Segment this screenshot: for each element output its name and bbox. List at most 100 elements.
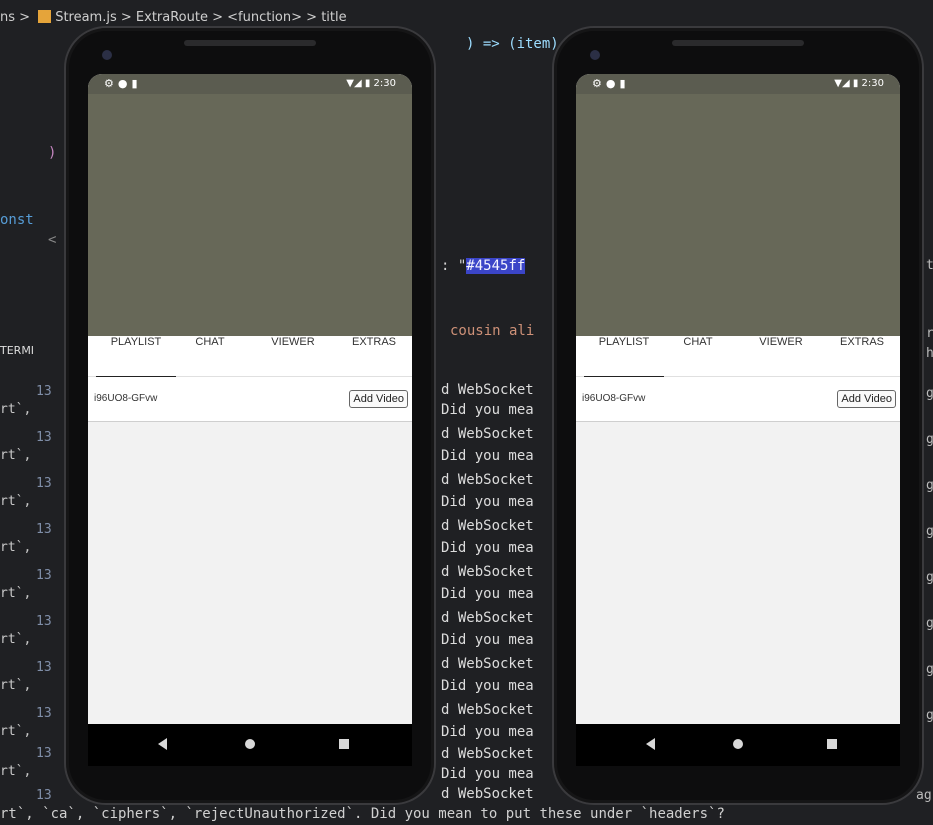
status-right: ▼◢ ▮ 2:30 xyxy=(834,78,884,89)
video-player[interactable] xyxy=(88,94,412,336)
tab-playlist[interactable]: PLAYLIST xyxy=(96,336,176,378)
breadcrumb-item-function[interactable]: <function> > xyxy=(227,10,317,25)
code-item-arrow: ) => (item) xyxy=(466,36,559,52)
terminal-right-char: g xyxy=(926,432,933,447)
terminal-websocket-line: d WebSocket xyxy=(441,656,534,672)
recent-apps-icon[interactable] xyxy=(339,739,349,749)
terminal-line-number: 13 xyxy=(36,660,52,675)
javascript-file-icon xyxy=(38,10,52,23)
phone-screen: ⚙●▮ ▼◢ ▮ 2:30 PLAYLIST CHAT VIEWER EXTRA… xyxy=(88,74,412,724)
terminal-websocket-line: d WebSocket xyxy=(441,786,534,802)
terminal-line-number: 13 xyxy=(36,706,52,721)
status-time: 2:30 xyxy=(861,78,884,89)
terminal-right-char: g xyxy=(926,662,933,677)
tab-extras[interactable]: EXTRAS xyxy=(340,336,408,376)
breadcrumb-item-route[interactable]: ExtraRoute > xyxy=(136,10,223,25)
terminal-line-text: rt`, xyxy=(0,402,32,417)
video-id-text: i96UO8-GFvw xyxy=(94,393,158,404)
terminal-line-text: rt`, xyxy=(0,494,32,509)
breadcrumb-item-ns[interactable]: ns > xyxy=(0,10,30,25)
wifi-battery-icon: ▼◢ ▮ xyxy=(834,78,862,89)
code-const-keyword: onst xyxy=(0,212,34,228)
status-left-icons: ⚙●▮ xyxy=(592,77,630,90)
terminal-right-char: g xyxy=(926,478,933,493)
tab-extras[interactable]: EXTRAS xyxy=(828,336,896,376)
tab-chat[interactable]: CHAT xyxy=(180,336,240,376)
terminal-did-you-mean-line: Did you mea xyxy=(441,540,534,556)
playlist-row: i96UO8-GFvw Add Video xyxy=(88,377,412,422)
terminal-line-number: 13 xyxy=(36,476,52,491)
android-nav-bar xyxy=(576,724,900,766)
phone-screen: ⚙●▮ ▼◢ ▮ 2:30 PLAYLIST CHAT VIEWER EXTRA… xyxy=(576,74,900,724)
phone-speaker xyxy=(672,40,804,46)
terminal-line-number: 13 xyxy=(36,384,52,399)
terminal-did-you-mean-line: Did you mea xyxy=(441,766,534,782)
terminal-line-text: rt`, xyxy=(0,540,32,555)
add-video-button[interactable]: Add Video xyxy=(349,390,408,408)
tab-chat[interactable]: CHAT xyxy=(668,336,728,376)
tab-bar: PLAYLIST CHAT VIEWER EXTRAS xyxy=(576,336,900,378)
terminal-did-you-mean-line: Did you mea xyxy=(441,402,534,418)
terminal-line-text: rt`, xyxy=(0,764,32,779)
tab-playlist[interactable]: PLAYLIST xyxy=(584,336,664,378)
terminal-line-number: 13 xyxy=(36,746,52,761)
terminal-right-char: g xyxy=(926,616,933,631)
terminal-line-number: 13 xyxy=(36,788,52,803)
terminal-websocket-line: d WebSocket xyxy=(441,746,534,762)
terminal-right-char: t xyxy=(926,258,933,273)
video-id-text: i96UO8-GFvw xyxy=(582,393,646,404)
terminal-line-number: 13 xyxy=(36,430,52,445)
home-icon[interactable] xyxy=(733,739,743,749)
terminal-right-char: ag xyxy=(916,788,932,803)
terminal-websocket-line: d WebSocket xyxy=(441,518,534,534)
emulator-phone-2: ⚙●▮ ▼◢ ▮ 2:30 PLAYLIST CHAT VIEWER EXTRA… xyxy=(552,26,924,805)
terminal-websocket-line: d WebSocket xyxy=(441,472,534,488)
phone-camera-icon xyxy=(590,50,600,60)
terminal-line-text: rt`, xyxy=(0,632,32,647)
tab-viewer[interactable]: VIEWER xyxy=(746,336,816,376)
terminal-bottom-line: rt`, `ca`, `ciphers`, `rejectUnauthorize… xyxy=(0,806,725,822)
terminal-right-char: g xyxy=(926,570,933,585)
terminal-line-text: rt`, xyxy=(0,586,32,601)
back-icon[interactable] xyxy=(646,738,655,750)
code-color-line: : "#4545ff xyxy=(441,258,526,274)
tab-viewer[interactable]: VIEWER xyxy=(258,336,328,376)
terminal-did-you-mean-line: Did you mea xyxy=(441,632,534,648)
breadcrumb-item-title[interactable]: title xyxy=(321,10,346,25)
status-bar: ⚙●▮ ▼◢ ▮ 2:30 xyxy=(576,74,900,94)
status-bar: ⚙●▮ ▼◢ ▮ 2:30 xyxy=(88,74,412,94)
breadcrumb-item-file[interactable]: Stream.js > xyxy=(55,10,132,25)
code-color-value: #4545ff xyxy=(466,258,526,274)
terminal-line-text: rt`, xyxy=(0,678,32,693)
terminal-did-you-mean-line: Did you mea xyxy=(441,448,534,464)
playlist-row: i96UO8-GFvw Add Video xyxy=(576,377,900,422)
status-time: 2:30 xyxy=(373,78,396,89)
code-close-paren: ) xyxy=(48,145,57,161)
wifi-battery-icon: ▼◢ ▮ xyxy=(346,78,374,89)
home-icon[interactable] xyxy=(245,739,255,749)
emulator-phone-1: ⚙●▮ ▼◢ ▮ 2:30 PLAYLIST CHAT VIEWER EXTRA… xyxy=(64,26,436,805)
code-color-prefix: : " xyxy=(441,258,467,274)
video-player[interactable] xyxy=(576,94,900,336)
terminal-websocket-line: d WebSocket xyxy=(441,426,534,442)
terminal-websocket-line: d WebSocket xyxy=(441,702,534,718)
terminal-did-you-mean-line: Did you mea xyxy=(441,494,534,510)
code-cousin: cousin ali xyxy=(450,323,535,339)
recent-apps-icon[interactable] xyxy=(827,739,837,749)
terminal-did-you-mean-line: Did you mea xyxy=(441,586,534,602)
terminal-right-char: g xyxy=(926,386,933,401)
back-icon[interactable] xyxy=(158,738,167,750)
tab-bar: PLAYLIST CHAT VIEWER EXTRAS xyxy=(88,336,412,378)
terminal-websocket-line: d WebSocket xyxy=(441,564,534,580)
terminal-websocket-line: d WebSocket xyxy=(441,382,534,398)
terminal-line-number: 13 xyxy=(36,614,52,629)
phone-camera-icon xyxy=(102,50,112,60)
phone-speaker xyxy=(184,40,316,46)
terminal-right-char: g xyxy=(926,524,933,539)
add-video-button[interactable]: Add Video xyxy=(837,390,896,408)
terminal-tab-label[interactable]: TERMI xyxy=(0,344,34,357)
code-angle-bracket: < xyxy=(48,232,57,248)
status-right: ▼◢ ▮ 2:30 xyxy=(346,78,396,89)
terminal-line-text: rt`, xyxy=(0,448,32,463)
android-nav-bar xyxy=(88,724,412,766)
